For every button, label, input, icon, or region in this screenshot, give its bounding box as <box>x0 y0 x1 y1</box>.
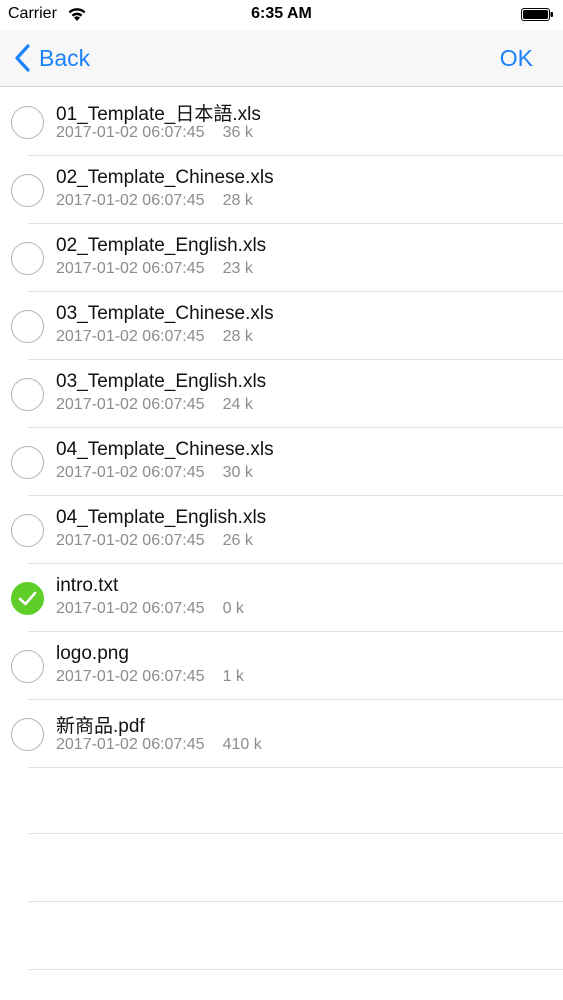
file-name: logo.png <box>56 643 129 664</box>
file-meta: 2017-01-02 06:07:45 24 k <box>56 396 253 414</box>
file-size: 28 k <box>222 192 253 209</box>
file-meta: 2017-01-02 06:07:45 36 k <box>56 124 253 142</box>
checkbox-unselected-icon[interactable] <box>11 378 44 411</box>
file-date: 2017-01-02 06:07:45 <box>56 396 205 413</box>
navigation-bar: Back OK <box>0 30 563 87</box>
file-size: 23 k <box>222 260 253 277</box>
file-meta: 2017-01-02 06:07:45 23 k <box>56 260 253 278</box>
file-date: 2017-01-02 06:07:45 <box>56 192 205 209</box>
status-time: 6:35 AM <box>251 5 312 22</box>
file-name: 04_Template_English.xls <box>56 507 267 528</box>
file-size: 0 k <box>222 600 244 617</box>
battery-icon <box>521 8 553 21</box>
empty-row <box>0 834 563 902</box>
file-size: 410 k <box>222 736 262 753</box>
checkbox-unselected-icon[interactable] <box>11 514 44 547</box>
file-date: 2017-01-02 06:07:45 <box>56 668 205 685</box>
file-row[interactable]: 03_Template_English.xls 2017-01-02 06:07:… <box>0 360 563 428</box>
chevron-left-icon <box>15 44 30 72</box>
file-date: 2017-01-02 06:07:45 <box>56 736 205 753</box>
file-row[interactable]: 02_Template_English.xls 2017-01-02 06:07:… <box>0 224 563 292</box>
file-row[interactable]: logo.png 2017-01-02 06:07:45 1 k <box>0 632 563 700</box>
file-row[interactable]: 01_Template_日本語.xls 2017-01-02 06:07:45 36… <box>0 88 563 156</box>
status-bar: Carrier 6:35 AM <box>0 0 563 30</box>
file-size: 30 k <box>222 464 253 481</box>
file-meta: 2017-01-02 06:07:45 0 k <box>56 600 244 618</box>
empty-row <box>0 766 563 834</box>
empty-row <box>0 902 563 970</box>
ok-button-label: OK <box>499 44 533 71</box>
file-name: 03_Template_English.xls <box>56 371 267 392</box>
file-list: 01_Template_日本語.xls 2017-01-02 06:07:45 36… <box>0 88 563 768</box>
file-size: 1 k <box>222 668 244 685</box>
file-date: 2017-01-02 06:07:45 <box>56 260 205 277</box>
checkbox-unselected-icon[interactable] <box>11 446 44 479</box>
file-date: 2017-01-02 06:07:45 <box>56 600 205 617</box>
checkbox-unselected-icon[interactable] <box>11 650 44 683</box>
file-name: 04_Template_Chinese.xls <box>56 439 274 460</box>
checkbox-unselected-icon[interactable] <box>11 718 44 751</box>
file-name: 02_Template_Chinese.xls <box>56 167 274 188</box>
checkbox-unselected-icon[interactable] <box>11 106 44 139</box>
file-meta: 2017-01-02 06:07:45 28 k <box>56 192 253 210</box>
file-row[interactable]: 新商品.pdf 2017-01-02 06:07:45 410 k <box>0 700 563 768</box>
checkbox-unselected-icon[interactable] <box>11 174 44 207</box>
file-name: 02_Template_English.xls <box>56 235 267 256</box>
checkmark-icon <box>18 591 37 606</box>
checkbox-unselected-icon[interactable] <box>11 310 44 343</box>
file-name: 新商品.pdf <box>56 716 145 737</box>
file-name: intro.txt <box>56 575 119 596</box>
back-button-label: Back <box>39 44 91 71</box>
file-size: 26 k <box>222 532 253 549</box>
file-meta: 2017-01-02 06:07:45 30 k <box>56 464 253 482</box>
file-size: 24 k <box>222 396 253 413</box>
file-row[interactable]: 04_Template_English.xls 2017-01-02 06:07:… <box>0 496 563 564</box>
file-name: 01_Template_日本語.xls <box>56 104 261 125</box>
back-button[interactable]: Back <box>14 40 90 76</box>
file-meta: 2017-01-02 06:07:45 1 k <box>56 668 244 686</box>
file-meta: 2017-01-02 06:07:45 28 k <box>56 328 253 346</box>
file-row[interactable]: 02_Template_Chinese.xls 2017-01-02 06:07:… <box>0 156 563 224</box>
ok-button[interactable]: OK <box>500 40 533 76</box>
empty-table-rows <box>0 766 563 970</box>
file-name: 03_Template_Chinese.xls <box>56 303 274 324</box>
file-row[interactable]: 04_Template_Chinese.xls 2017-01-02 06:07:… <box>0 428 563 496</box>
file-size: 36 k <box>222 124 253 141</box>
file-date: 2017-01-02 06:07:45 <box>56 464 205 481</box>
checkbox-unselected-icon[interactable] <box>11 242 44 275</box>
file-meta: 2017-01-02 06:07:45 410 k <box>56 736 262 754</box>
file-date: 2017-01-02 06:07:45 <box>56 124 205 141</box>
file-date: 2017-01-02 06:07:45 <box>56 328 205 345</box>
file-meta: 2017-01-02 06:07:45 26 k <box>56 532 253 550</box>
file-row[interactable]: 03_Template_Chinese.xls 2017-01-02 06:07:… <box>0 292 563 360</box>
file-row[interactable]: intro.txt 2017-01-02 06:07:45 0 k <box>0 564 563 632</box>
file-size: 28 k <box>222 328 253 345</box>
file-date: 2017-01-02 06:07:45 <box>56 532 205 549</box>
checkmark-selected-icon[interactable] <box>11 582 44 615</box>
